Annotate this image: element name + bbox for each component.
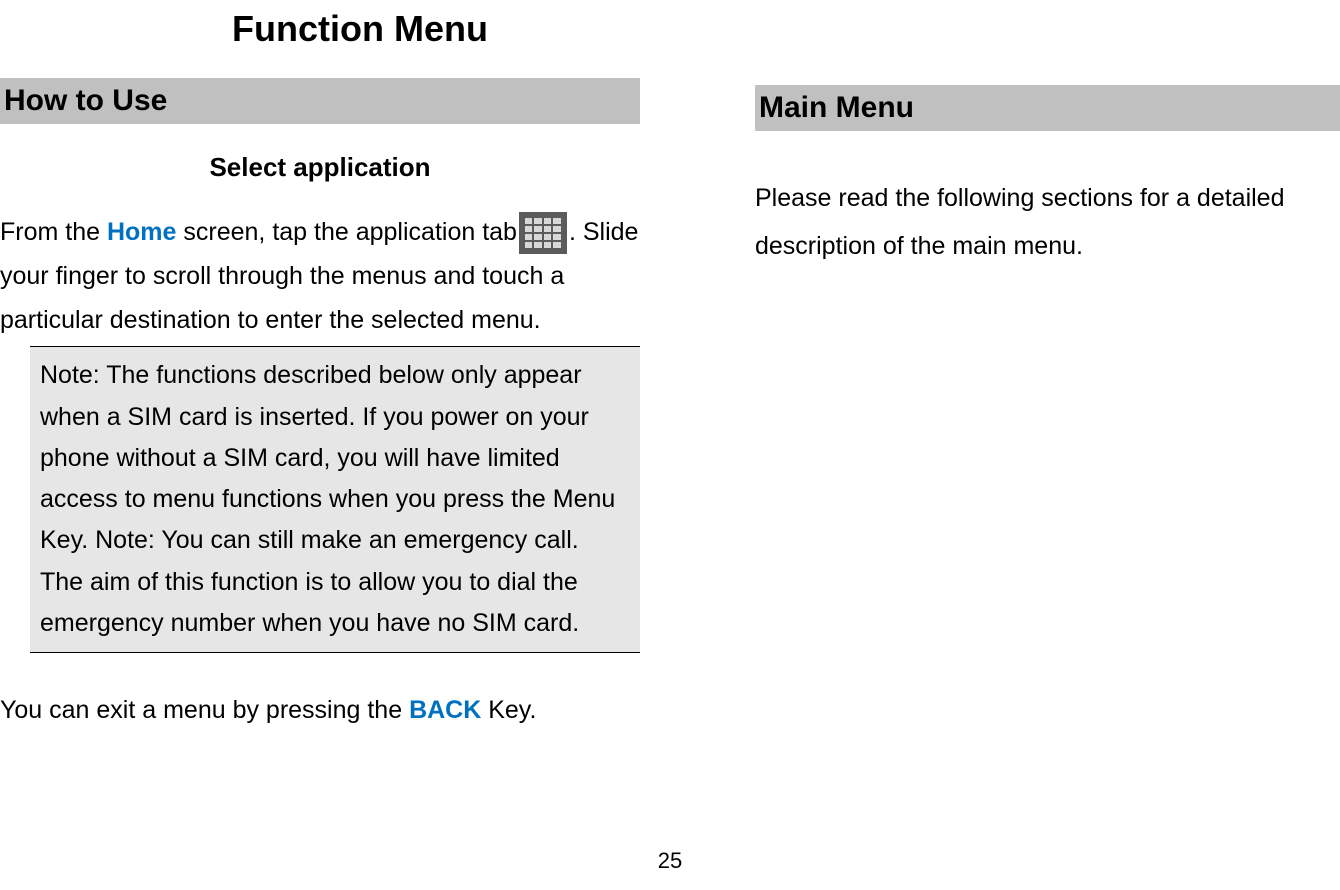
chapter-title: Function Menu xyxy=(0,8,640,50)
text-fragment: You can exit a menu by pressing the xyxy=(0,696,409,724)
text-fragment: Key. xyxy=(481,696,536,724)
application-tab-icon xyxy=(519,212,567,254)
paragraph-instructions: From the Home screen, tap the applicatio… xyxy=(0,211,640,342)
section-heading-main-menu: Main Menu xyxy=(755,85,1340,131)
text-fragment: From the xyxy=(0,218,107,246)
right-column: Main Menu Please read the following sect… xyxy=(670,0,1340,890)
section-heading-how-to-use: How to Use xyxy=(0,78,640,124)
text-fragment: screen, tap the application tab xyxy=(176,218,517,246)
sub-heading-select-application: Select application xyxy=(0,152,640,183)
left-column: Function Menu How to Use Select applicat… xyxy=(0,0,670,890)
paragraph-exit-menu: You can exit a menu by pressing the BACK… xyxy=(0,689,640,733)
page-number: 25 xyxy=(658,848,682,874)
paragraph-main-menu-intro: Please read the following sections for a… xyxy=(755,175,1340,270)
note-box: Note: The functions described below only… xyxy=(30,346,640,653)
highlight-back: BACK xyxy=(409,696,481,724)
page-container: Function Menu How to Use Select applicat… xyxy=(0,0,1340,890)
highlight-home: Home xyxy=(107,218,176,246)
